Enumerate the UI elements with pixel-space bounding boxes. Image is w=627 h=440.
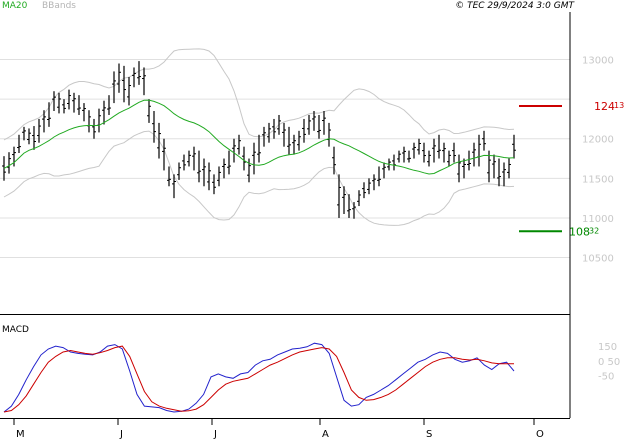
price-tick-label: 12000 [582, 135, 614, 146]
chart-frame [0, 12, 571, 419]
signal-line [3, 345, 514, 413]
macd-tick-label: -50 [598, 371, 614, 382]
month-label: O [536, 429, 544, 440]
month-label: J [119, 429, 123, 440]
month-label: J [213, 429, 217, 440]
support-decimals: 32 [589, 226, 599, 235]
macd-tick-label: 150 [598, 342, 617, 353]
price-bars [2, 61, 516, 219]
price-tick-label: 10500 [582, 254, 614, 265]
month-label: S [426, 429, 432, 440]
price-tick-label: 11000 [582, 214, 614, 225]
month-label: A [322, 429, 329, 440]
resistance-decimals: 13 [614, 101, 624, 110]
resistance-label: 124 [594, 100, 615, 113]
macd-title: MACD [2, 325, 29, 335]
support-label: 108 [569, 225, 590, 238]
stock-chart: 124 13 108 32 MACD 10500 11000 11500 12000 1300… [0, 12, 624, 440]
price-grid [0, 59, 570, 259]
month-label: M [16, 429, 25, 440]
macd-tick-label: 0 50 [598, 357, 620, 368]
price-tick-label: 13000 [582, 56, 614, 67]
x-axis-labels: MJJASO [13, 418, 544, 440]
macd-line [3, 342, 515, 413]
macd-panel: MACD [2, 325, 515, 413]
price-tick-label: 11500 [582, 174, 614, 185]
